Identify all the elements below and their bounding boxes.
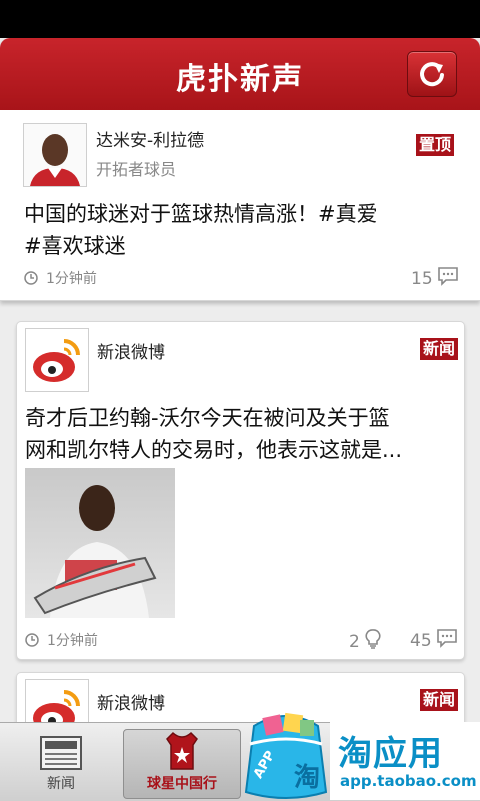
refresh-icon (420, 62, 444, 87)
ad-logo-text: 淘应用 (338, 734, 443, 774)
card-text-line: 中国的球迷对于篮球热情高涨！#真爱 (24, 202, 378, 226)
card-author[interactable]: 新浪微博 (97, 338, 165, 363)
comment-count-value: 45 (410, 630, 432, 651)
weibo-icon (26, 680, 88, 722)
like-count[interactable]: 2 (349, 628, 382, 655)
newspaper-icon (40, 736, 82, 770)
comment-icon (437, 266, 459, 291)
tab-label: 球星中国行 (147, 776, 217, 792)
news-badge: 新闻 (420, 338, 459, 360)
card-text[interactable]: 中国的球迷对于篮球热情高涨！#真爱 #喜欢球迷 (24, 198, 378, 262)
card-text[interactable]: 奇才后卫约翰-沃尔今天在被问及关于篮 网和凯尔特人的交易时，他表示这就是... (25, 402, 402, 466)
app-header: 虎扑新声 (0, 38, 480, 110)
taobao-app-banner[interactable]: 淘应用 app.taobao.com (330, 722, 480, 800)
card-text-line: #喜欢球迷 (24, 234, 126, 258)
feed-list[interactable]: 达米安-利拉德 开拓者球员 置顶 中国的球迷对于篮球热情高涨！#真爱 #喜欢球迷… (0, 110, 480, 722)
tab-label: 新闻 (47, 776, 75, 792)
weibo-avatar[interactable] (25, 328, 89, 392)
card-time: 1分钟前 (25, 630, 98, 650)
weibo-icon (26, 329, 88, 391)
player-avatar[interactable] (23, 123, 87, 187)
card-text-line: 网和凯尔特人的交易时，他表示这就是... (25, 438, 403, 462)
refresh-button[interactable] (407, 51, 457, 97)
pinned-badge: 置顶 (416, 134, 455, 156)
time-label: 1分钟前 (46, 271, 97, 287)
like-count-value: 2 (349, 631, 360, 652)
bag-text: 淘 (294, 763, 320, 793)
comment-count-value: 15 (411, 268, 433, 289)
jersey-icon (166, 731, 198, 770)
shopping-bag-icon[interactable]: APP 淘 (240, 706, 332, 800)
weibo-avatar[interactable] (25, 679, 89, 722)
tab-news[interactable]: 新闻 (0, 723, 122, 801)
clock-icon (24, 271, 38, 285)
comment-count[interactable]: 15 (411, 266, 459, 291)
feed-card-news[interactable]: 新浪微博 新闻 奇才后卫约翰-沃尔今天在被问及关于篮 网和凯尔特人的交易时，他表… (16, 321, 465, 660)
card-subtitle: 开拓者球员 (96, 160, 177, 179)
card-text-line: 奇才后卫约翰-沃尔今天在被问及关于篮 (25, 406, 390, 430)
ad-url: app.taobao.com (340, 772, 477, 790)
clock-icon (25, 633, 39, 647)
tab-stars-china-tour[interactable]: 球星中国行 (121, 723, 243, 801)
card-time: 1分钟前 (24, 268, 97, 288)
card-author[interactable]: 达米安-利拉德 (96, 126, 204, 151)
news-photo[interactable] (25, 468, 175, 618)
news-badge: 新闻 (420, 689, 459, 711)
feed-card-pinned[interactable]: 达米安-利拉德 开拓者球员 置顶 中国的球迷对于篮球热情高涨！#真爱 #喜欢球迷… (0, 110, 480, 301)
lightbulb-icon (364, 628, 382, 655)
comment-count[interactable]: 45 (410, 628, 458, 653)
card-author[interactable]: 新浪微博 (97, 689, 165, 714)
status-bar (0, 0, 480, 38)
time-label: 1分钟前 (47, 633, 98, 649)
comment-icon (436, 628, 458, 653)
